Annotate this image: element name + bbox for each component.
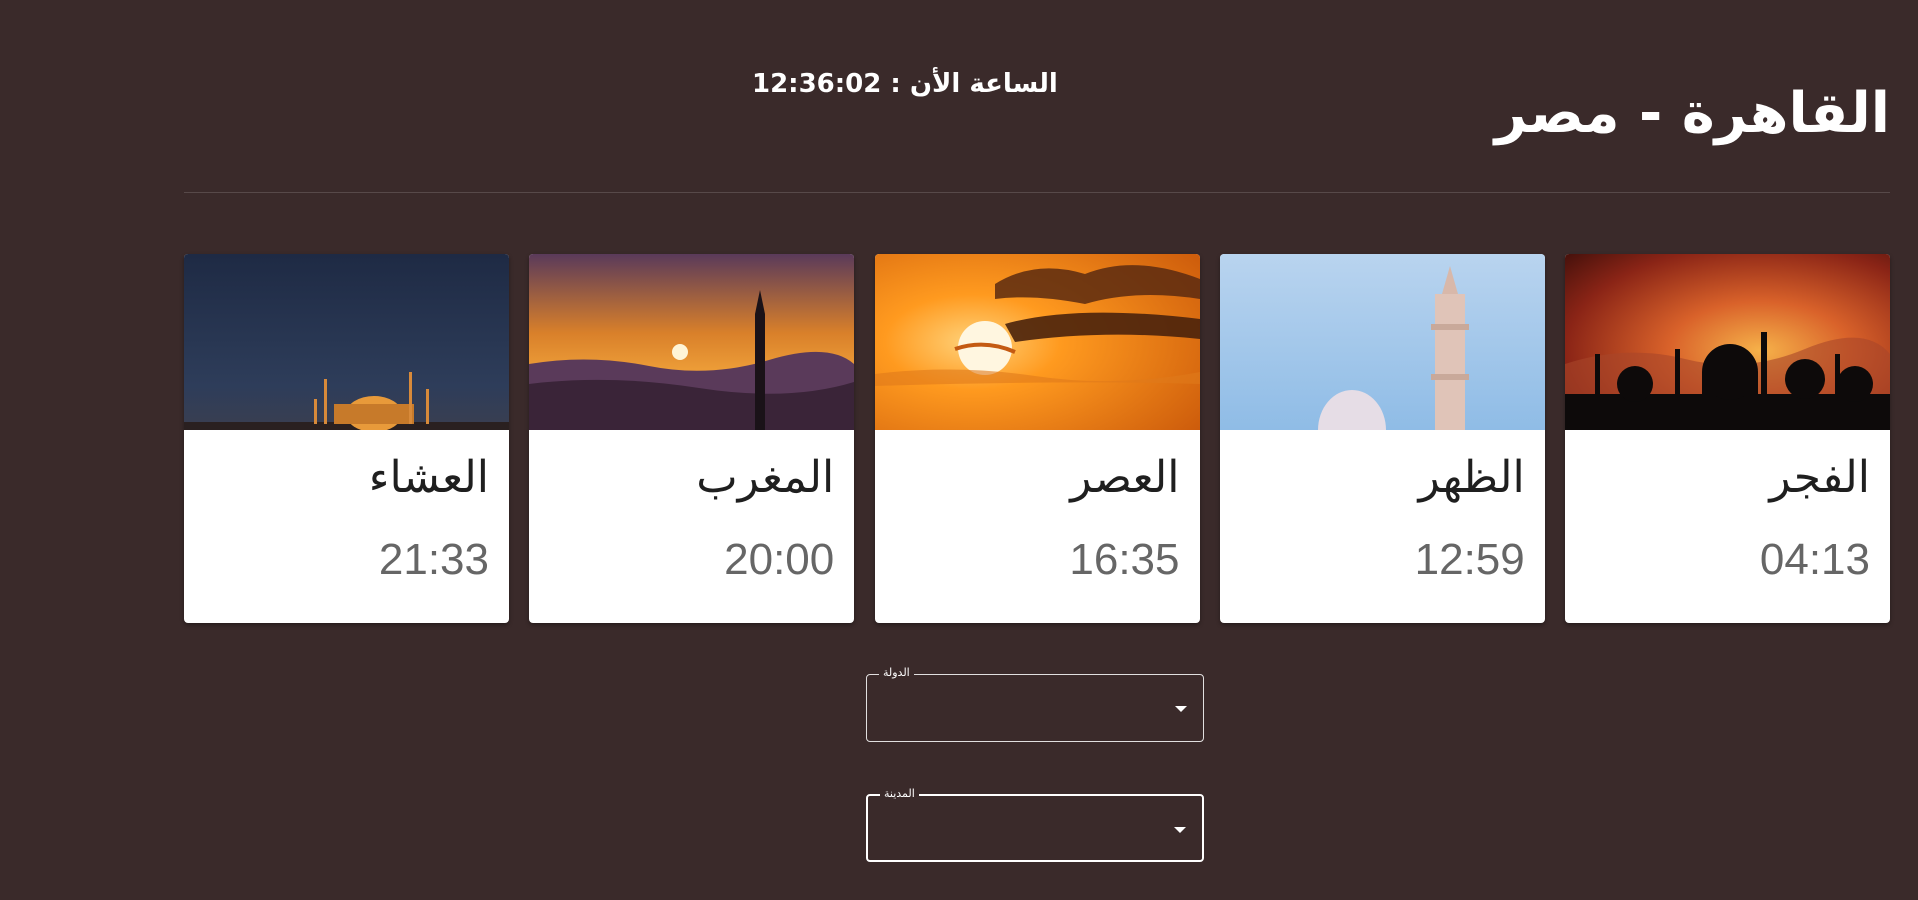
country-select-label: الدولة [879,666,914,680]
prayer-card-asr: العصر 16:35 [874,254,1200,623]
city-select[interactable]: المدينة [866,787,1204,862]
asr-image [874,254,1200,430]
chevron-down-icon[interactable] [1175,706,1187,712]
clock-label: الساعة الأن : [890,69,1058,99]
prayer-time: 16:35 [1069,535,1180,584]
prayer-time: 04:13 [1759,535,1870,584]
fajr-image [1565,254,1890,430]
city-select-label: المدينة [880,787,919,801]
prayer-name: العصر [1070,452,1180,503]
prayer-card-fajr: الفجر 04:13 [1565,254,1890,623]
isha-image [184,254,509,430]
prayer-cards: الفجر 04:13 الظهر 12:59 العصر 16:35 المغ… [184,254,1890,623]
prayer-card-isha: العشاء 21:33 [184,254,509,623]
clock-time: 12:36:02 [752,69,882,99]
country-select[interactable]: الدولة [866,666,1204,742]
dhuhr-image [1219,254,1545,430]
maghrib-image [529,254,855,430]
prayer-name: العشاء [368,452,489,503]
prayer-time: 21:33 [378,535,489,584]
header: القاهرة - مصر الساعة الأن : 12:36:02 [184,0,1890,193]
prayer-time: 20:00 [724,535,835,584]
chevron-down-icon[interactable] [1174,827,1186,833]
current-time: الساعة الأن : 12:36:02 [752,64,1058,104]
prayer-card-maghrib: المغرب 20:00 [529,254,855,623]
prayer-card-dhuhr: الظهر 12:59 [1219,254,1545,623]
page-title: القاهرة - مصر [1494,81,1890,146]
prayer-time: 12:59 [1414,535,1525,584]
prayer-name: المغرب [696,452,835,503]
page-container: القاهرة - مصر الساعة الأن : 12:36:02 الف… [184,0,1890,900]
prayer-name: الفجر [1769,452,1870,503]
prayer-name: الظهر [1418,452,1525,503]
